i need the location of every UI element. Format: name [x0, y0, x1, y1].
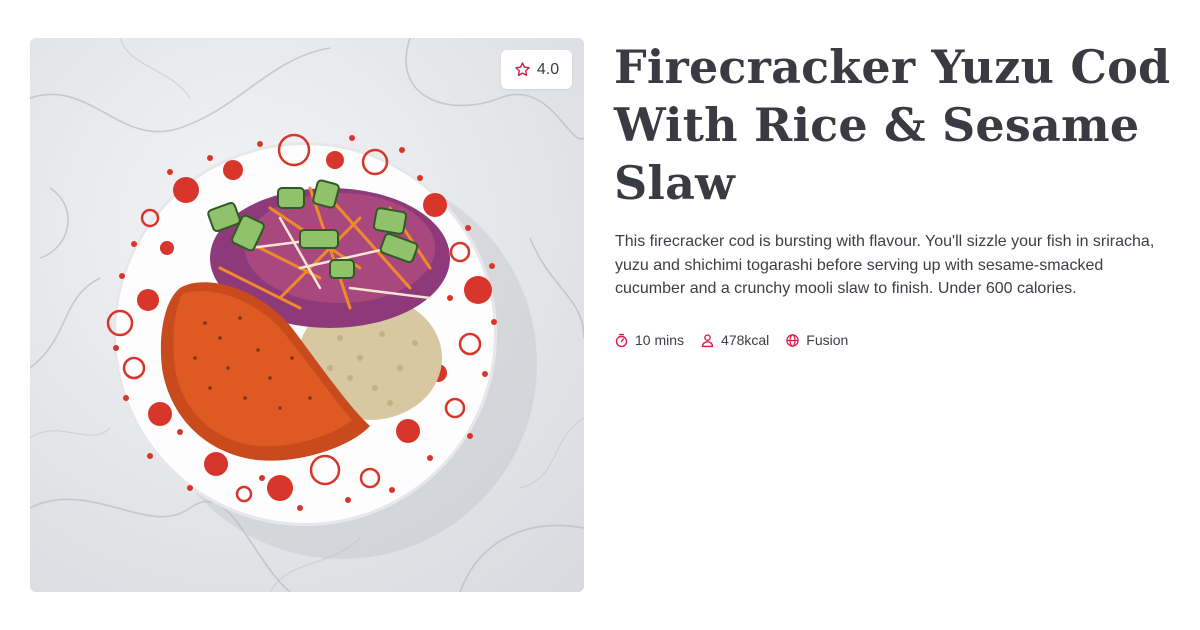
meta-time: 10 mins: [614, 332, 684, 348]
rating-badge[interactable]: 4.0: [501, 50, 572, 89]
recipe-title: Firecracker Yuzu Cod With Rice & Sesame …: [614, 40, 1171, 210]
dish-image: [30, 38, 584, 592]
person-icon: [701, 333, 714, 347]
recipe-photo[interactable]: [30, 38, 584, 592]
meta-cuisine: Fusion: [785, 332, 848, 348]
star-icon: [515, 62, 530, 77]
recipe-card: 4.0 Firecracker Yuzu Cod With Rice & Ses…: [0, 0, 1200, 630]
meta-calories-label: 478kcal: [721, 332, 770, 348]
recipe-meta: 10 mins 478kcal Fusion: [614, 332, 848, 348]
globe-icon: [786, 333, 800, 347]
meta-cuisine-label: Fusion: [806, 332, 849, 348]
meta-calories: 478kcal: [700, 332, 769, 348]
stopwatch-icon: [615, 333, 628, 347]
rating-value: 4.0: [536, 60, 560, 78]
recipe-description: This firecracker cod is bursting with fl…: [615, 233, 1155, 297]
meta-time-label: 10 mins: [635, 332, 685, 348]
